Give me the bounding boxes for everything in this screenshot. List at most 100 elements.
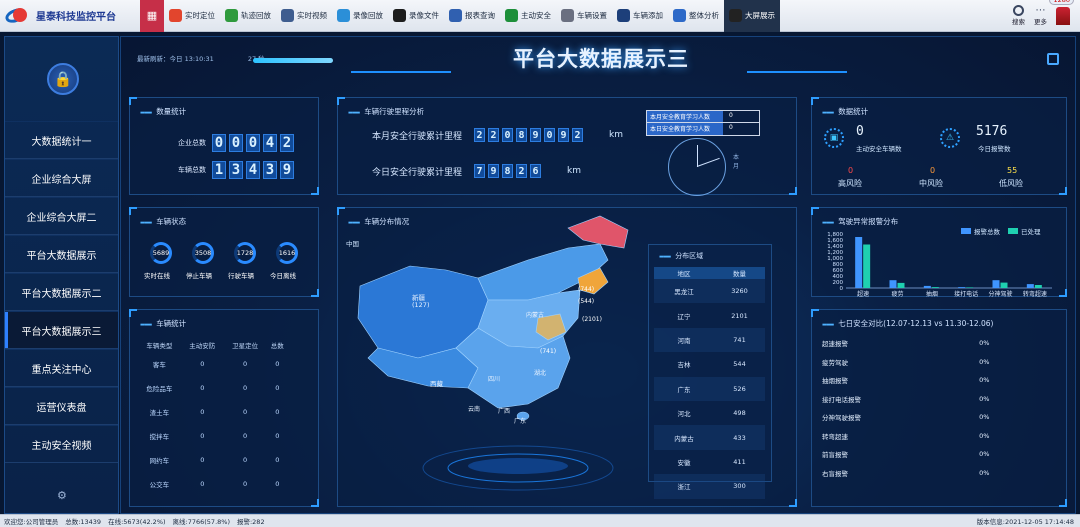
status-ring: 3508 (192, 242, 214, 264)
table-cell: 0 (275, 408, 280, 416)
x-tick-label: 疲劳 (891, 290, 903, 298)
table-cell: 0 (200, 456, 205, 464)
nav-item-3[interactable]: 录像回放 (332, 0, 388, 32)
table-cell: 0 (243, 360, 248, 368)
weekly-item: 右盲报警 (822, 469, 848, 478)
table-row: 浙江 300 (654, 474, 765, 499)
table-cell: 433 (714, 425, 765, 450)
grid-icon: ▦ (146, 9, 158, 22)
nav-item-7[interactable]: 车辆设置 (556, 0, 612, 32)
table-row: 黑龙江 3260 (654, 279, 765, 304)
table-cell: 0 (275, 432, 280, 440)
bar-total (923, 285, 931, 288)
map-value-henan: (741) (540, 348, 557, 355)
nav-item-8[interactable]: 车辆添加 (612, 0, 668, 32)
sidebar-menu: 大数据统计一 企业综合大屏 企业综合大屏二 平台大数据展示 平台大数据展示二 平台大数据展… (5, 121, 118, 463)
weekly-value: 0% (979, 431, 990, 440)
bar-handled (931, 287, 939, 288)
table-cell: 498 (733, 409, 746, 418)
footer-online: 在线:5673(42.2%) (108, 518, 166, 526)
sidebar-item-5[interactable]: 平台大数据展示三 (5, 311, 118, 349)
nav-item-6[interactable]: 主动安全 (500, 0, 556, 32)
table-cell: 0 (243, 384, 248, 392)
table-cell: 0 (200, 408, 205, 416)
nav-item-5[interactable]: 报表查询 (444, 0, 500, 32)
study-today-value: 0 (729, 124, 733, 131)
sidebar-item-7[interactable]: 运营仪表盘 (5, 387, 118, 425)
more-button[interactable]: ⋯ 更多 (1034, 5, 1047, 26)
sidebar-item-1[interactable]: 企业综合大屏 (5, 159, 118, 197)
table-cell: 3260 (714, 279, 765, 304)
search-label: 搜索 (1012, 18, 1025, 26)
sidebar-item-0[interactable]: 大数据统计一 (5, 121, 118, 159)
table-row: 转弯超速 0% (822, 427, 1062, 446)
refresh-time: 最新刷新：今日 13:10:31 (137, 55, 214, 63)
digit: 0 (544, 128, 556, 142)
status-label: 实时在线 (144, 272, 170, 280)
weekly-item: 转弯超速 (822, 432, 848, 441)
status-ring: 5689 (150, 242, 172, 264)
digit: 8 (516, 128, 528, 142)
settings-gear-icon[interactable]: ⚙ (57, 489, 67, 502)
table-cell: 吉林 (677, 361, 691, 370)
digit: 0 (229, 134, 243, 152)
today-mileage-unit: km (567, 166, 581, 176)
table-cell: 0 (243, 480, 248, 488)
table-row: 疲劳驾驶 0% (822, 353, 1062, 372)
nav-label: 主动安全 (521, 11, 551, 20)
active-vehicles-value: 0 (856, 124, 864, 139)
vehicle-stats-panel: 车辆统计 车辆类型主动安防卫星定位总数客车000危险品车000渣土车000搅拌车… (129, 309, 319, 507)
distribution-table: 地区 数量 黑龙江 3260 辽宁 2101 河南 741 吉林 544 广东 526 河北 498 内蒙古… (654, 267, 765, 499)
table-row: 搅拌车 0 0 0 (138, 424, 288, 448)
footer-welcome: 欢迎您:公司管理员 (4, 518, 59, 526)
nav-item-9[interactable]: 整体分析 (668, 0, 724, 32)
table-cell: 0 (275, 384, 280, 392)
weekly-value: 0% (979, 468, 990, 477)
status-label: 行驶车辆 (228, 272, 254, 280)
alarm-bar-chart: 1,8001,6001,4001,2001,0008006004002000超速… (827, 232, 1052, 298)
fullscreen-icon[interactable] (1047, 53, 1059, 65)
nav-item-0[interactable]: 实时定位 (164, 0, 220, 32)
low-risk-value: 55 (1007, 166, 1018, 175)
study-month-label: 本月安全教育学习人数 (647, 111, 723, 122)
nav-label: 整体分析 (689, 11, 719, 20)
digit: 9 (488, 164, 500, 178)
today-mileage-label: 今日安全行驶累计里程 (372, 167, 463, 178)
nav-item-1[interactable]: 轨迹回放 (220, 0, 276, 32)
panel-title: 车辆行驶里程分析 (348, 106, 424, 117)
digit: 9 (530, 128, 542, 142)
x-tick-label: 抽烟 (926, 290, 938, 298)
status-label: 停止车辆 (186, 272, 212, 280)
table-row: 公交车 0 0 0 (138, 472, 288, 496)
nav-item-2[interactable]: 实时视频 (276, 0, 332, 32)
video-camera-icon (281, 9, 294, 22)
search-button[interactable]: 搜索 (1012, 5, 1025, 26)
table-row: 河南 741 (654, 327, 765, 353)
nav-item-10[interactable]: 大屏展示 (724, 0, 780, 32)
map-label-tibet: 西藏 (430, 380, 443, 388)
user-menu[interactable]: 1280 (1049, 0, 1074, 25)
nav-item-4[interactable]: 录像文件 (388, 0, 444, 32)
grid-menu-button[interactable]: ▦ (140, 0, 164, 32)
playback-icon (337, 9, 350, 22)
sidebar-item-6[interactable]: 重点关注中心 (5, 349, 118, 387)
weekly-value: 0% (979, 357, 990, 366)
clapper-icon (393, 9, 406, 22)
sidebar-item-3[interactable]: 平台大数据展示 (5, 235, 118, 273)
lock-icon[interactable]: 🔒 (47, 63, 79, 95)
table-cell: 辽宁 (677, 312, 691, 321)
table-cell: 客车 (152, 361, 166, 369)
map-label-neimenggu: 内蒙古 (526, 312, 545, 319)
table-header: 主动安防 (189, 342, 216, 350)
map-value-jilin: (544) (578, 298, 595, 305)
table-row: 抽烟报警 0% (822, 371, 1062, 390)
weekly-item: 接打电话报警 (822, 395, 861, 404)
table-cell: 526 (714, 376, 765, 401)
vehicle-distribution-panel: 车辆分布情况 中国 新疆 (127) 西藏 内蒙古 四川 湖北 广东 广西 云南… (337, 207, 797, 507)
sidebar-item-2[interactable]: 企业综合大屏二 (5, 197, 118, 235)
sidebar-item-8[interactable]: 主动安全视频 (5, 425, 118, 463)
sidebar-item-4[interactable]: 平台大数据展示二 (5, 273, 118, 311)
app-logo: 星泰科技监控平台 (0, 5, 140, 26)
month-mileage-label: 本月安全行驶累计里程 (372, 131, 463, 142)
digit: 7 (474, 164, 486, 178)
